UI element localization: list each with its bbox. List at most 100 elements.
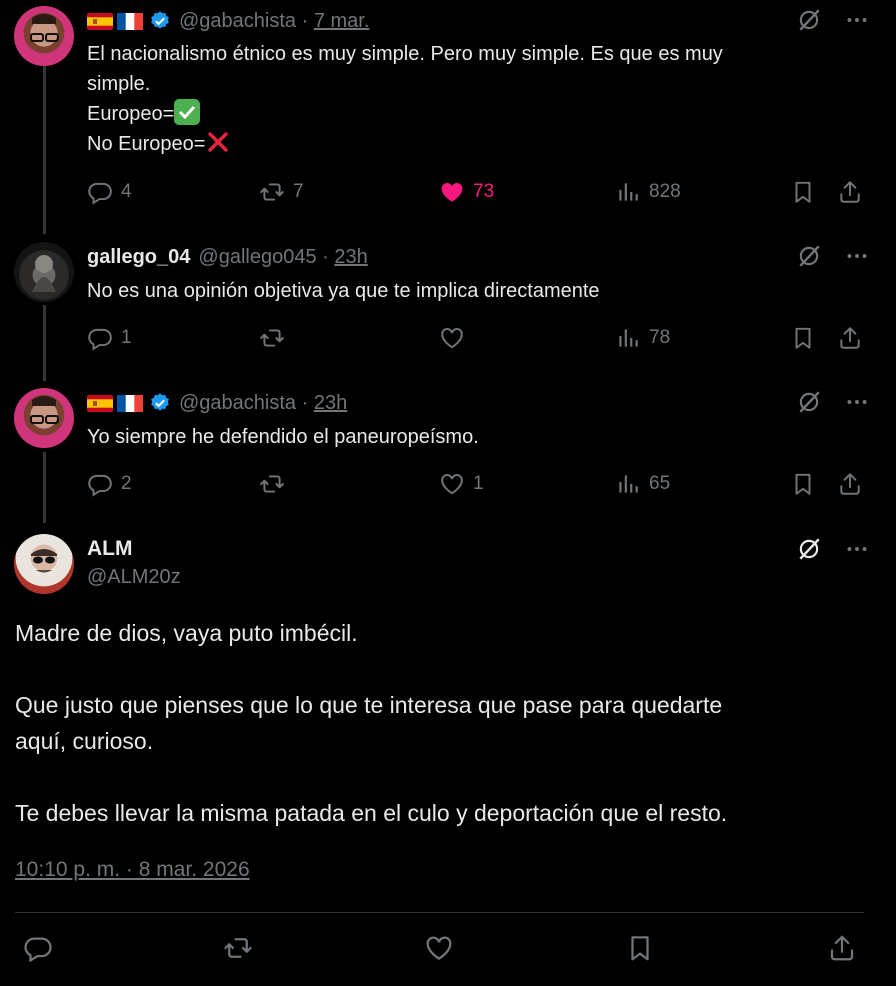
views-button[interactable]: 828 — [615, 177, 681, 207]
more-icon[interactable] — [844, 243, 870, 269]
share-icon[interactable] — [827, 933, 857, 963]
bookmark-button[interactable] — [790, 469, 816, 499]
reply-count: 2 — [121, 473, 132, 494]
views-icon — [615, 325, 641, 351]
france-flag-icon — [117, 13, 143, 30]
avatar[interactable] — [14, 388, 74, 448]
divider — [15, 912, 864, 913]
like-icon — [439, 325, 465, 351]
grok-icon[interactable] — [796, 7, 822, 33]
spain-flag-icon — [87, 395, 113, 412]
reply-count: 4 — [121, 181, 132, 202]
share-button[interactable] — [837, 323, 863, 353]
main-tweet-actions — [15, 933, 865, 965]
more-icon[interactable] — [844, 7, 870, 33]
views-button[interactable]: 65 — [615, 469, 670, 499]
text-line: simple. — [87, 73, 151, 95]
avatar[interactable] — [14, 534, 74, 594]
tweet-top-actions — [796, 242, 870, 270]
avatar[interactable] — [14, 6, 74, 66]
bookmark-icon — [790, 325, 816, 351]
tweet-top-actions — [796, 388, 870, 416]
tweet-time[interactable]: 23h — [314, 392, 347, 415]
spain-flag-icon — [87, 13, 113, 30]
tweet-top-actions — [796, 535, 870, 563]
bookmark-button[interactable] — [790, 323, 816, 353]
avatar[interactable] — [14, 242, 74, 302]
retweet-button[interactable]: 7 — [259, 177, 304, 207]
text-line: Europeo= — [87, 99, 723, 129]
tweet-text: El nacionalismo étnico es muy simple. Pe… — [87, 39, 723, 159]
thread-line — [43, 66, 46, 234]
like-icon[interactable] — [424, 933, 454, 963]
reply-count: 1 — [121, 327, 132, 348]
like-button[interactable]: 73 — [439, 177, 494, 207]
reply-icon — [87, 471, 113, 497]
views-icon — [615, 179, 641, 205]
bookmark-icon — [790, 471, 816, 497]
bookmark-icon[interactable] — [625, 933, 655, 963]
paragraph: Madre de dios, vaya puto imbécil. — [15, 620, 358, 646]
tweet-top-actions — [796, 6, 870, 34]
views-count: 65 — [649, 473, 671, 494]
tweet-text: No es una opinión objetiva ya que te imp… — [87, 280, 600, 302]
grok-icon[interactable] — [796, 389, 822, 415]
user-handle[interactable]: @ALM20z — [87, 566, 181, 589]
separator-dot: · — [296, 9, 314, 32]
like-button[interactable] — [439, 323, 465, 353]
reply-button[interactable]: 2 — [87, 469, 132, 499]
user-handle[interactable]: @gabachista — [179, 10, 296, 33]
verified-icon — [149, 10, 171, 32]
separator-dot: · — [296, 391, 314, 414]
user-handle[interactable]: @gabachista — [179, 392, 296, 415]
verified-icon — [149, 392, 171, 414]
reply-button[interactable]: 1 — [87, 323, 132, 353]
text-span: No Europeo= — [87, 133, 206, 155]
main-tweet-text: Madre de dios, vaya puto imbécil. Que ju… — [15, 615, 727, 831]
more-icon[interactable] — [844, 536, 870, 562]
tweet-actions: 1 78 — [87, 323, 877, 353]
avatar-face-icon — [30, 396, 59, 424]
bookmark-icon — [790, 179, 816, 205]
tweet-text: Yo siempre he defendido el paneuropeísmo… — [87, 426, 479, 448]
text-span: Europeo= — [87, 103, 175, 125]
cross-mark-icon — [205, 129, 231, 155]
share-button[interactable] — [837, 469, 863, 499]
avatar-sunglasses-icon — [31, 549, 57, 573]
paragraph: Te debes llevar la misma patada en el cu… — [15, 800, 728, 826]
tweet-time[interactable]: 23h — [334, 246, 367, 269]
display-name[interactable]: gallego_04 — [87, 246, 190, 269]
tweet-header: @gabachista · 23h — [87, 390, 347, 416]
bookmark-button[interactable] — [790, 177, 816, 207]
retweet-button[interactable] — [259, 323, 285, 353]
display-name[interactable]: ALM — [87, 537, 133, 561]
tweet-timestamp[interactable]: 10:10 p. m. · 8 mar. 2026 — [15, 858, 250, 882]
retweet-icon — [259, 179, 285, 205]
share-button[interactable] — [837, 177, 863, 207]
retweet-icon[interactable] — [223, 933, 253, 963]
tweet-header: gallego_04 @gallego045 · 23h — [87, 244, 368, 270]
views-count: 828 — [649, 181, 681, 202]
retweet-button[interactable] — [259, 469, 285, 499]
user-handle[interactable]: @gallego045 — [198, 246, 316, 269]
grok-icon[interactable] — [796, 536, 822, 562]
france-flag-icon — [117, 395, 143, 412]
views-icon — [615, 471, 641, 497]
more-icon[interactable] — [844, 389, 870, 415]
tweet-time[interactable]: 7 mar. — [314, 10, 370, 33]
retweet-icon — [259, 471, 285, 497]
reply-button[interactable]: 4 — [87, 177, 132, 207]
thread-line — [43, 452, 46, 523]
retweet-count: 7 — [293, 181, 304, 202]
text-line: No Europeo= — [87, 129, 723, 159]
views-button[interactable]: 78 — [615, 323, 670, 353]
reply-icon[interactable] — [23, 933, 53, 963]
reply-icon — [87, 325, 113, 351]
share-icon — [837, 325, 863, 351]
views-count: 78 — [649, 327, 671, 348]
like-icon — [439, 179, 465, 205]
like-button[interactable]: 1 — [439, 469, 484, 499]
grok-icon[interactable] — [796, 243, 822, 269]
